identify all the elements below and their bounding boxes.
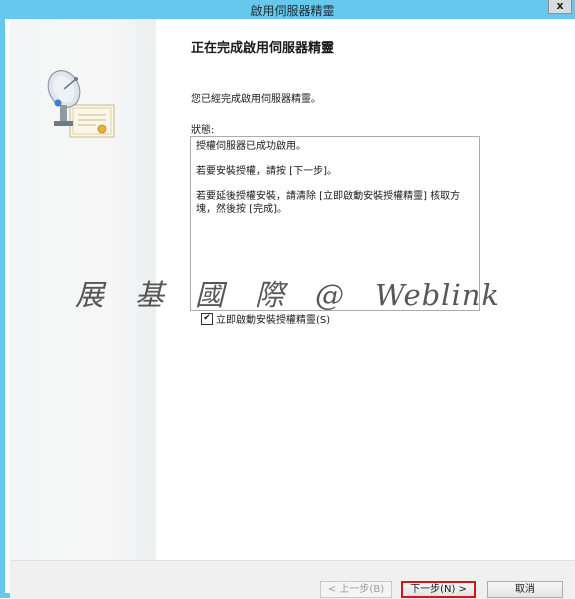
title-bar: 啟用伺服器精靈 x [5, 0, 575, 19]
status-line: 授權伺服器已成功啟用。 [196, 141, 306, 152]
server-certificate-icon [46, 65, 118, 152]
watermark: 展 基 國 際 @ Weblink [75, 278, 500, 312]
next-button[interactable]: 下一步(N) > [401, 581, 476, 598]
cancel-button[interactable]: 取消 [487, 581, 563, 598]
status-label: 狀態: [191, 125, 215, 136]
checkmark-icon: ✔ [203, 313, 211, 323]
status-line: 若要延後授權安裝，請清除 [立即啟動安裝授權精靈] 核取方塊，然後按 [完成]。 [196, 191, 461, 215]
page-description: 您已經完成啟用伺服器精靈。 [191, 94, 321, 105]
launch-license-wizard-checkbox[interactable]: ✔ [201, 312, 213, 325]
close-button[interactable]: x [548, 0, 572, 14]
window-title: 啟用伺服器精靈 [250, 4, 335, 18]
button-bar: < 上一步(B) 下一步(N) > 取消 [10, 560, 575, 599]
status-line: 若要安裝授權，請按 [下一步]。 [196, 166, 337, 177]
back-button[interactable]: < 上一步(B) [320, 581, 392, 598]
page-title: 正在完成啟用伺服器精靈 [191, 41, 335, 56]
